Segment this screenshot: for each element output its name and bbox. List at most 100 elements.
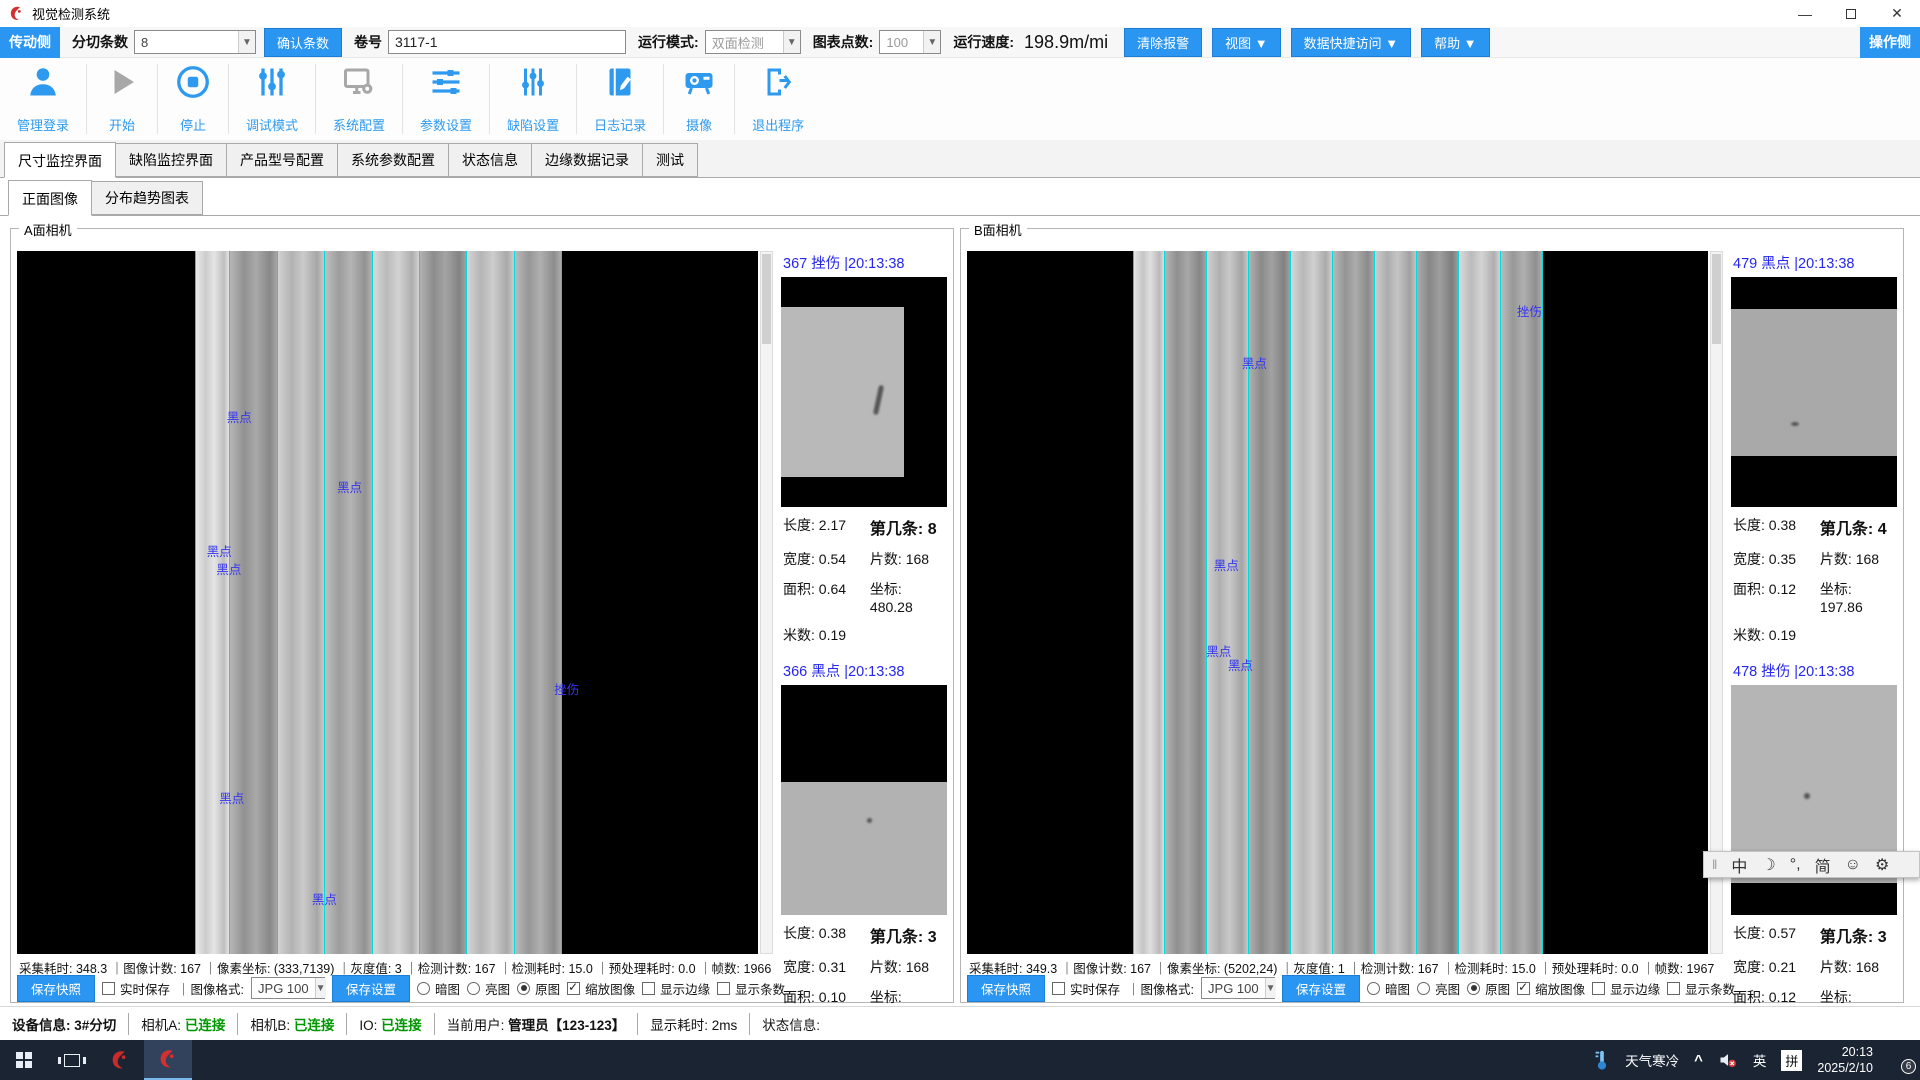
show-edges-checkbox[interactable] — [1592, 982, 1605, 995]
emoji-icon[interactable]: ☺ — [1845, 856, 1861, 874]
defect-thumbnail[interactable] — [1731, 685, 1897, 915]
zoom-image-checkbox[interactable] — [567, 982, 580, 995]
exit-program-button[interactable]: 退出程序 — [735, 64, 821, 134]
defect-width: 0.54 — [819, 551, 846, 567]
product-strip — [1417, 251, 1459, 954]
play-icon — [104, 64, 140, 100]
task-view-button[interactable] — [48, 1040, 96, 1080]
run-mode-select[interactable]: 双面检测 ▼ — [705, 30, 801, 54]
moon-icon[interactable]: ☽ — [1761, 855, 1775, 875]
tab-distribution-chart[interactable]: 分布趋势图表 — [92, 181, 203, 215]
show-strips-checkbox[interactable] — [1667, 982, 1680, 995]
notification-center-button[interactable]: 6 — [1888, 1051, 1910, 1069]
original-image-radio[interactable] — [1467, 982, 1480, 995]
original-image-radio[interactable] — [517, 982, 530, 995]
strip-count-select[interactable]: 8 ▼ — [134, 30, 256, 54]
defect-area: 0.12 — [1769, 581, 1796, 597]
windows-taskbar: 天气寒冷 ^ 英 拼 20:13 2025/2/10 6 — [0, 1040, 1920, 1080]
stop-button[interactable]: 停止 — [158, 64, 229, 134]
maximize-button[interactable] — [1828, 0, 1874, 27]
tab-test[interactable]: 测试 — [643, 143, 698, 177]
image-format-select[interactable]: JPG 100▼ — [1201, 977, 1275, 999]
realtime-save-checkbox[interactable] — [102, 982, 115, 995]
debug-mode-button[interactable]: 调试模式 — [229, 64, 316, 134]
dark-image-radio[interactable] — [417, 982, 430, 995]
ime-pinyin-icon[interactable]: 拼 — [1781, 1050, 1802, 1071]
chevron-down-icon: ▼ — [923, 31, 940, 53]
operator-side-button[interactable]: 操作侧 — [1860, 27, 1920, 58]
param-settings-button[interactable]: 参数设置 — [403, 64, 490, 134]
speaker-muted-icon[interactable] — [1718, 1051, 1738, 1069]
bright-image-radio[interactable] — [1417, 982, 1430, 995]
data-quick-access-button[interactable]: 数据快捷访问 ▼ — [1291, 28, 1411, 57]
admin-login-button[interactable]: 管理登录 — [0, 64, 87, 134]
ime-punctuation[interactable]: °, — [1790, 856, 1801, 874]
bright-image-radio[interactable] — [467, 982, 480, 995]
tab-status-info[interactable]: 状态信息 — [449, 143, 532, 177]
gear-icon[interactable]: ⚙ — [1875, 855, 1889, 875]
image-format-select[interactable]: JPG 100▼ — [251, 977, 325, 999]
camera-a-status-label: 相机A: — [141, 1018, 181, 1033]
show-strips-checkbox[interactable] — [717, 982, 730, 995]
user-icon — [25, 64, 61, 100]
taskbar-clock[interactable]: 20:13 2025/2/10 — [1817, 1044, 1873, 1077]
confirm-count-button[interactable]: 确认条数 — [264, 28, 342, 57]
defect-thumbnail[interactable] — [781, 685, 947, 915]
thermometer-icon[interactable] — [1594, 1049, 1610, 1071]
realtime-save-checkbox[interactable] — [1052, 982, 1065, 995]
camera-b-panel: B面相机 挫伤黑点黑点黑点黑点 479 黑点 |20:13:38 长度: 0.3… — [960, 228, 1904, 1003]
dark-image-radio[interactable] — [1367, 982, 1380, 995]
tab-size-monitor[interactable]: 尺寸监控界面 — [4, 142, 116, 178]
save-snapshot-button[interactable]: 保存快照 — [967, 975, 1045, 1002]
defect-settings-button[interactable]: 缺陷设置 — [490, 64, 577, 134]
weather-text[interactable]: 天气寒冷 — [1625, 1050, 1679, 1070]
app-window: 视觉检测系统 — ✕ 传动侧 分切条数 8 ▼ 确认条数 卷号 3117-1 运… — [0, 0, 1920, 1080]
run-speed-label: 运行速度: — [953, 32, 1014, 52]
product-strip — [1333, 251, 1375, 954]
defect-thumbnail[interactable] — [1731, 277, 1897, 507]
save-settings-button[interactable]: 保存设置 — [332, 975, 410, 1002]
chart-points-select[interactable]: 100 ▼ — [879, 30, 941, 54]
run-speed-value: 198.9m/mi — [1024, 32, 1108, 53]
camera-a-scrollbar[interactable] — [760, 251, 773, 954]
camera-b-status: 已连接 — [294, 1018, 335, 1033]
taskbar-app-active[interactable] — [144, 1040, 192, 1080]
ime-lang-mode[interactable]: 中 — [1731, 853, 1747, 877]
product-strip — [230, 251, 277, 954]
tab-defect-monitor[interactable]: 缺陷监控界面 — [116, 143, 227, 177]
show-edges-checkbox[interactable] — [642, 982, 655, 995]
close-button[interactable]: ✕ — [1874, 0, 1920, 27]
product-strip — [1501, 251, 1543, 954]
zoom-image-checkbox[interactable] — [1517, 982, 1530, 995]
defect-area: 0.64 — [819, 581, 846, 597]
defect-width: 0.35 — [1769, 551, 1796, 567]
camera-b-scrollbar[interactable] — [1710, 251, 1723, 954]
view-menu-button[interactable]: 视图 ▼ — [1212, 28, 1280, 57]
tab-system-params[interactable]: 系统参数配置 — [338, 143, 449, 177]
tab-front-image[interactable]: 正面图像 — [8, 180, 92, 216]
save-snapshot-button[interactable]: 保存快照 — [17, 975, 95, 1002]
drive-side-button[interactable]: 传动侧 — [0, 27, 60, 58]
app-logo-icon — [109, 1049, 131, 1071]
taskbar-app-1[interactable] — [96, 1040, 144, 1080]
help-menu-button[interactable]: 帮助 ▼ — [1421, 28, 1489, 57]
defect-thumbnail[interactable] — [781, 277, 947, 507]
image-format-label: 图像格式: — [1141, 979, 1194, 998]
roll-number-input[interactable]: 3117-1 — [388, 30, 626, 54]
ime-simplified[interactable]: 简 — [1815, 853, 1831, 877]
start-button[interactable]: 开始 — [87, 64, 158, 134]
system-config-button[interactable]: 系统配置 — [316, 64, 403, 134]
log-record-button[interactable]: 日志记录 — [577, 64, 664, 134]
ime-language-en[interactable]: 英 — [1753, 1050, 1767, 1070]
capture-button[interactable]: 摄像 — [664, 64, 735, 134]
clear-alarm-button[interactable]: 清除报警 — [1124, 28, 1202, 57]
tab-edge-data[interactable]: 边缘数据记录 — [532, 143, 643, 177]
minimize-button[interactable]: — — [1782, 0, 1828, 27]
product-strip — [1375, 251, 1417, 954]
tab-product-model[interactable]: 产品型号配置 — [227, 143, 338, 177]
save-settings-button[interactable]: 保存设置 — [1282, 975, 1360, 1002]
ime-grip[interactable]: ‖ — [1712, 857, 1717, 872]
product-strip — [1291, 251, 1333, 954]
tray-expand-chevron[interactable]: ^ — [1694, 1052, 1703, 1069]
start-button[interactable] — [0, 1040, 48, 1080]
